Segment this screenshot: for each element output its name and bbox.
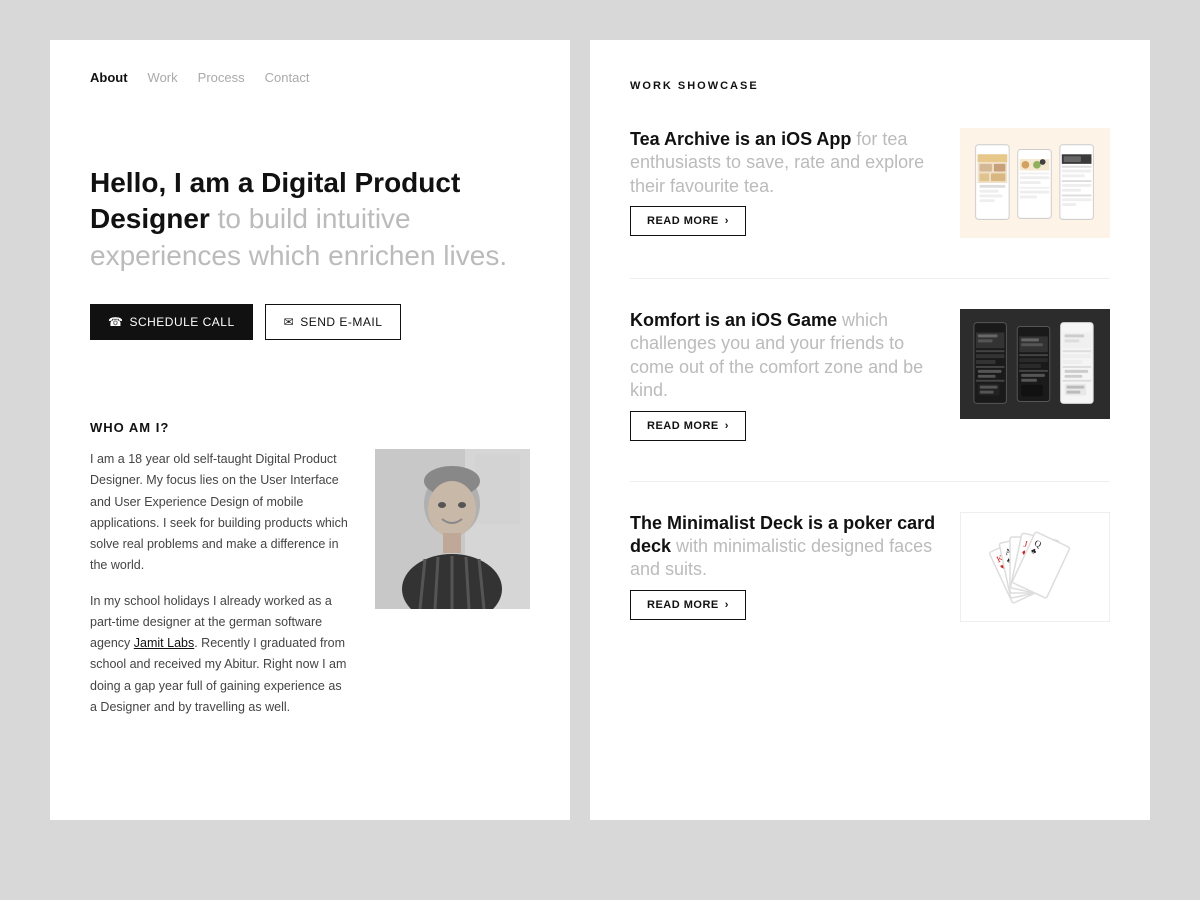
left-panel: About Work Process Contact Hello, I am a… — [50, 40, 570, 820]
hero-title: Hello, I am a Digital Product Designer t… — [90, 165, 530, 274]
nav-about[interactable]: About — [90, 70, 128, 85]
who-heading: WHO AM I? — [90, 420, 530, 435]
komfort-mockup-svg — [966, 314, 1104, 414]
right-panel: WORK SHOWCASE Tea Archive is an iOS App … — [590, 40, 1150, 820]
deck-mockup-svg: K ♥ A ♠ — [965, 517, 1105, 617]
project-tea-archive: Tea Archive is an iOS App for tea enthus… — [630, 128, 1110, 238]
komfort-thumbnail — [960, 309, 1110, 419]
send-email-button[interactable]: ✉ SEND E-MAIL — [265, 304, 402, 340]
email-icon: ✉ — [284, 315, 295, 329]
hero-section: Hello, I am a Digital Product Designer t… — [50, 105, 570, 380]
project-title: Komfort is an iOS Game which challenges … — [630, 309, 940, 403]
nav-contact[interactable]: Contact — [265, 70, 310, 85]
project-komfort: Komfort is an iOS Game which challenges … — [630, 309, 1110, 441]
project-title: The Minimalist Deck is a poker card deck… — [630, 512, 940, 582]
who-section: WHO AM I? I am a 18 year old self-taught… — [50, 380, 570, 758]
project-item: Komfort is an iOS Game which challenges … — [630, 309, 1110, 441]
jamit-labs-link[interactable]: Jamit Labs — [134, 636, 194, 650]
page-wrapper: About Work Process Contact Hello, I am a… — [50, 40, 1150, 820]
project-content: Komfort is an iOS Game which challenges … — [630, 309, 940, 441]
project-title: Tea Archive is an iOS App for tea enthus… — [630, 128, 940, 198]
who-para1: I am a 18 year old self-taught Digital P… — [90, 449, 351, 577]
separator-1 — [630, 278, 1110, 279]
separator-2 — [630, 481, 1110, 482]
read-more-komfort-button[interactable]: READ MORE › — [630, 411, 746, 441]
deck-thumbnail: K ♥ A ♠ — [960, 512, 1110, 622]
project-content: Tea Archive is an iOS App for tea enthus… — [630, 128, 940, 236]
nav-process[interactable]: Process — [198, 70, 245, 85]
arrow-icon: › — [725, 420, 729, 432]
tea-mockup-svg — [968, 133, 1102, 233]
phone-icon: ☎ — [108, 315, 123, 329]
read-more-tea-button[interactable]: READ MORE › — [630, 206, 746, 236]
who-inner: I am a 18 year old self-taught Digital P… — [90, 449, 530, 718]
arrow-icon: › — [725, 599, 729, 611]
schedule-call-button[interactable]: ☎ SCHEDULE CALL — [90, 304, 253, 340]
work-showcase-title: WORK SHOWCASE — [630, 80, 1110, 92]
main-nav: About Work Process Contact — [50, 40, 570, 105]
project-minimalist-deck: The Minimalist Deck is a poker card deck… — [630, 512, 1110, 622]
avatar — [375, 449, 530, 609]
arrow-icon: › — [725, 215, 729, 227]
who-para2: In my school holidays I already worked a… — [90, 591, 351, 719]
tea-archive-thumbnail — [960, 128, 1110, 238]
project-item: Tea Archive is an iOS App for tea enthus… — [630, 128, 1110, 238]
project-content: The Minimalist Deck is a poker card deck… — [630, 512, 940, 620]
read-more-deck-button[interactable]: READ MORE › — [630, 590, 746, 620]
who-text: I am a 18 year old self-taught Digital P… — [90, 449, 351, 718]
project-item: The Minimalist Deck is a poker card deck… — [630, 512, 1110, 622]
hero-buttons: ☎ SCHEDULE CALL ✉ SEND E-MAIL — [90, 304, 530, 340]
nav-work[interactable]: Work — [148, 70, 178, 85]
avatar-image — [375, 449, 530, 609]
